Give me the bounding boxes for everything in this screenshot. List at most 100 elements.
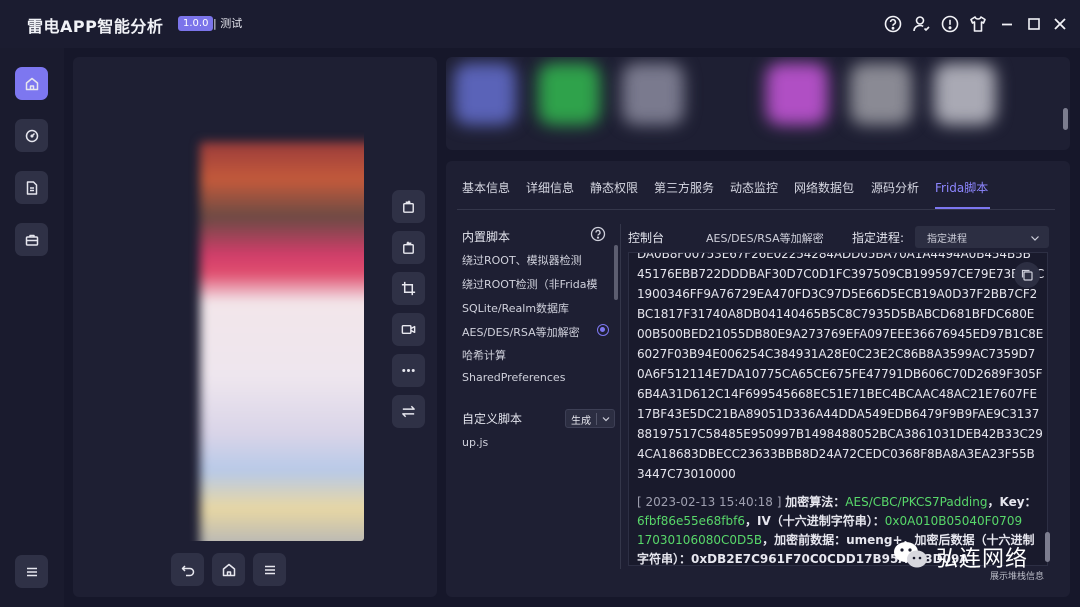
script-item-selected[interactable]: AES/DES/RSA等加解密 (462, 324, 580, 340)
hex-line: 17BF43E5DC21BA89051D336A44DDA549EDB6479F… (637, 407, 1040, 421)
tab-detail-info[interactable]: 详细信息 (526, 179, 574, 196)
script-list-scrollbar[interactable] (614, 245, 618, 300)
help-icon[interactable] (883, 14, 903, 34)
hex-line: 4CA18683DBECC23633BBB8D24A72CEDC0368F8BA… (637, 447, 1035, 461)
process-label: 指定进程: (852, 231, 905, 245)
watermark-sub: 展示堆栈信息 (990, 572, 1045, 582)
hex-line: 3447C73010000 (637, 467, 736, 481)
generate-button[interactable]: 生成 (565, 409, 615, 428)
toolbox-icon (25, 234, 38, 246)
hex-line: 88197517C58485E950997B1498488052BCA38610… (637, 427, 1043, 441)
hex-line: DA0B8F00753E67F26E02254284ADD05BA70A1A44… (637, 252, 1031, 261)
tab-frida-script[interactable]: Frida脚本 (935, 179, 988, 196)
script-item[interactable]: SharedPreferences (462, 371, 565, 384)
sidebar-item-toolbox[interactable] (15, 223, 48, 256)
hex-line: BC1817F31740A8DB04140465B5C8C7935D5BABCD… (637, 307, 1035, 321)
log-iv-label: ，IV（十六进制字符串）： (744, 514, 885, 528)
gauge-icon (25, 129, 38, 142)
log-iv-1: 0x0A010B05040F0709 (884, 514, 1023, 528)
copy-button[interactable] (1014, 262, 1040, 288)
app-icon[interactable] (622, 63, 684, 125)
script-item[interactable]: 绕过ROOT、模拟器检测 (462, 252, 582, 268)
watermark: 弘连网络 展示堆栈信息 (892, 537, 1052, 587)
copy-icon (1021, 269, 1033, 281)
close-icon[interactable] (1050, 14, 1070, 34)
app-icon[interactable] (850, 63, 912, 125)
record-button[interactable] (392, 313, 425, 346)
sidebar-item-dashboard[interactable] (15, 119, 48, 152)
process-select[interactable]: 指定进程 (915, 226, 1049, 248)
home-icon (222, 563, 235, 576)
tab-source-analysis[interactable]: 源码分析 (871, 179, 919, 196)
rotate-left-icon (403, 200, 414, 213)
log-iv-2: 17030106080C0D5B (637, 533, 763, 547)
shirt-icon[interactable] (968, 14, 988, 34)
log-key: 6fbf86e55e68fbf6 (637, 514, 745, 528)
device-screen[interactable] (100, 71, 364, 541)
log-plain-label: ，加密前数据： (762, 533, 847, 547)
app-icon[interactable] (538, 63, 600, 125)
divider (596, 413, 597, 425)
switch-button[interactable] (392, 395, 425, 428)
log-algo: AES/CBC/PKCS7Padding (845, 495, 988, 509)
chevron-down-icon[interactable] (601, 411, 611, 425)
env-label: | 测试 (213, 17, 243, 30)
info-icon[interactable] (940, 14, 960, 34)
hex-line: 6027F03B94E006254C384931A28E0C23E2C86B8A… (637, 347, 1036, 361)
log-key-label: ，Key： (987, 495, 1037, 509)
tab-divider (457, 209, 1055, 210)
script-item[interactable]: SQLite/Realm数据库 (462, 300, 569, 316)
tab-network-packets[interactable]: 网络数据包 (794, 179, 854, 196)
device-back-button[interactable] (171, 553, 204, 586)
builtin-scripts-title: 内置脚本 (462, 230, 511, 244)
crop-button[interactable] (392, 272, 425, 305)
document-icon (26, 180, 37, 195)
console-title: 控制台 (628, 231, 665, 245)
crop-icon (401, 281, 416, 296)
home-icon (25, 77, 38, 90)
tab-third-party[interactable]: 第三方服务 (654, 179, 714, 196)
device-home-button[interactable] (212, 553, 245, 586)
app-icon[interactable] (766, 63, 828, 125)
app-title: 雷电APP智能分析 (27, 17, 164, 36)
hex-line: 00B500BED21055DB80E9A273769EFA097EEE3667… (637, 327, 1044, 341)
tab-dynamic-monitor[interactable]: 动态监控 (730, 179, 778, 196)
script-item[interactable]: 哈希计算 (462, 347, 506, 363)
sidebar-item-reports[interactable] (15, 171, 48, 204)
user-icon[interactable] (911, 14, 931, 34)
device-menu-button[interactable] (253, 553, 286, 586)
app-icon[interactable] (454, 63, 516, 125)
hex-line: 45176EBB722DDDBAF30D7C0D1FC397509CB19959… (637, 267, 1045, 281)
more-button[interactable] (392, 354, 425, 387)
rotate-right-icon (403, 241, 414, 254)
log-entry-line: 6fbf86e55e68fbf6，IV（十六进制字符串）：0x0A010B050… (637, 512, 1022, 529)
minimize-icon[interactable] (997, 14, 1017, 34)
console-output[interactable]: DA0B8F00753E67F26E02254284ADD05BA70A1A44… (628, 252, 1048, 566)
script-item[interactable]: 绕过ROOT检测（非Frida模 (462, 276, 598, 292)
generate-label: 生成 (571, 416, 591, 427)
rotate-right-button[interactable] (392, 231, 425, 264)
custom-script-file[interactable]: up.js (462, 436, 488, 449)
tab-static-permissions[interactable]: 静态权限 (590, 179, 638, 196)
sidebar-menu-button[interactable] (15, 555, 48, 588)
chevron-down-icon (1029, 230, 1041, 244)
tab-basic-info[interactable]: 基本信息 (462, 179, 510, 196)
hex-line: 6B4A31D612C14F699545668EC51E71BEC4BCAAC4… (637, 387, 1037, 401)
hex-line: 0A6F512114E7DA10775CA65CE675FE47791DB606… (637, 367, 1043, 381)
help-icon[interactable] (590, 226, 606, 242)
video-icon (401, 325, 416, 334)
apps-scrollbar[interactable] (1063, 108, 1068, 130)
switch-icon (402, 405, 415, 418)
active-tab-indicator (935, 207, 990, 209)
app-icon[interactable] (934, 63, 996, 125)
back-icon (181, 564, 194, 576)
selected-radio[interactable] (597, 324, 609, 336)
rotate-left-button[interactable] (392, 190, 425, 223)
log-timestamp: [ 2023-02-13 15:40:18 ] (637, 495, 782, 509)
wechat-logo-icon (892, 540, 928, 570)
version-badge: 1.0.0 (178, 16, 214, 31)
maximize-icon[interactable] (1024, 14, 1044, 34)
process-select-value: 指定进程 (927, 234, 967, 245)
sidebar-item-home[interactable] (15, 67, 48, 100)
custom-scripts-title: 自定义脚本 (462, 412, 523, 426)
